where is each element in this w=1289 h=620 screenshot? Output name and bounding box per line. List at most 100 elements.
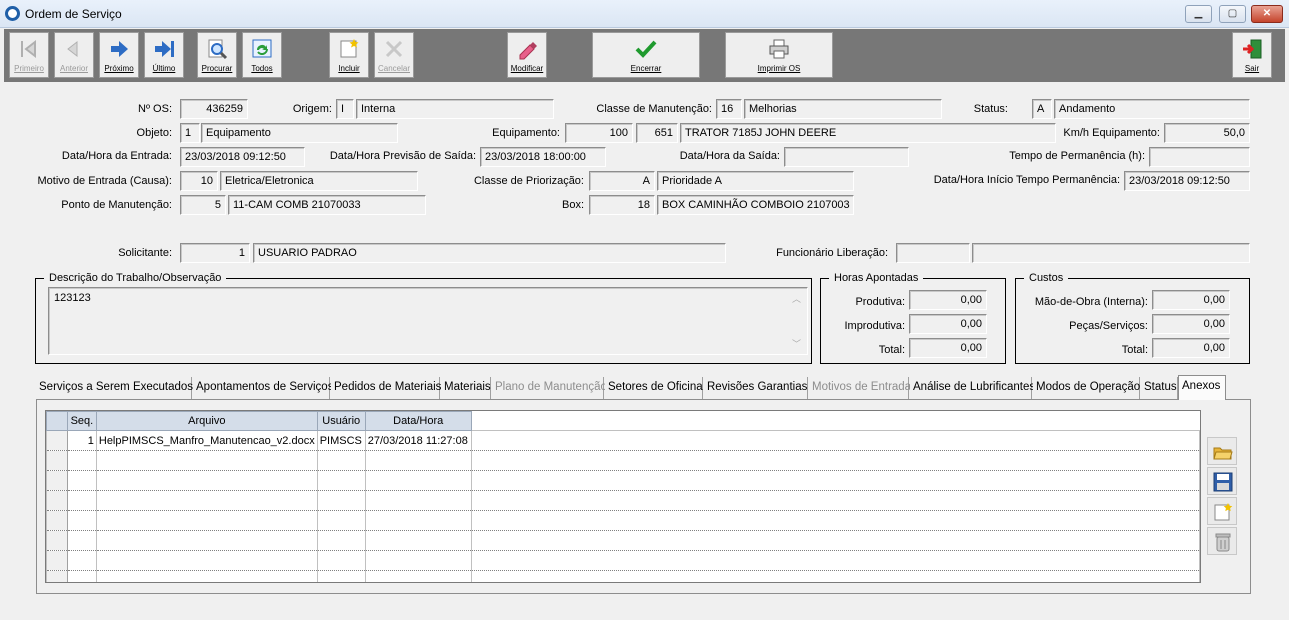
table-row[interactable] (46, 530, 1200, 551)
object-desc-field[interactable]: Equipamento (201, 123, 398, 143)
equipment-code2-field[interactable]: 651 (636, 123, 678, 143)
cell-user[interactable] (316, 490, 366, 511)
cell-user[interactable]: PIMSCS (316, 430, 366, 451)
tab-entry-reasons[interactable]: Motivos de Entrada (809, 377, 911, 399)
save-attachment-button[interactable] (1207, 467, 1237, 495)
cell-datetime[interactable] (364, 450, 472, 471)
close-button[interactable]: ✕ (1251, 5, 1283, 23)
row-indicator[interactable] (46, 430, 68, 451)
cell-user[interactable] (316, 570, 366, 582)
table-row[interactable] (46, 450, 1200, 471)
tab-materials[interactable]: Materiais (441, 377, 491, 399)
previous-button[interactable]: Anterior (54, 32, 94, 78)
cell-user[interactable] (316, 530, 366, 551)
row-indicator[interactable] (46, 510, 68, 531)
equipment-desc-field[interactable]: TRATOR 7185J JOHN DEERE (680, 123, 1056, 143)
cell-seq[interactable] (66, 550, 97, 571)
cell-seq[interactable] (66, 450, 97, 471)
row-indicator[interactable] (46, 530, 68, 551)
requester-desc-field[interactable]: USUARIO PADRAO (253, 243, 726, 263)
exit-button[interactable]: Sair (1232, 32, 1272, 78)
cell-datetime[interactable] (364, 490, 472, 511)
cell-file[interactable] (95, 470, 318, 491)
maintenance-class-code-field[interactable]: 16 (716, 99, 742, 119)
tab-maintenance-plan[interactable]: Plano de Manutenção (492, 377, 607, 399)
status-desc-field[interactable]: Andamento (1054, 99, 1250, 119)
status-code-field[interactable]: A (1032, 99, 1052, 119)
origin-code-field[interactable]: I (336, 99, 354, 119)
hours-total-field[interactable]: 0,00 (909, 338, 987, 358)
requester-code-field[interactable]: 1 (180, 243, 250, 263)
tab-services[interactable]: Serviços a Serem Executados (36, 377, 193, 399)
table-row[interactable] (46, 470, 1200, 491)
tab-attachments[interactable]: Anexos (1178, 375, 1226, 400)
search-button[interactable]: Procurar (197, 32, 237, 78)
os-number-field[interactable]: 436259 (180, 99, 248, 119)
table-row[interactable] (46, 490, 1200, 511)
table-row[interactable] (46, 550, 1200, 571)
cell-file[interactable]: HelpPIMSCS_Manfro_Manutencao_v2.docx (95, 430, 318, 451)
cell-file[interactable] (95, 570, 318, 582)
prioritization-code-field[interactable]: A (589, 171, 655, 191)
cell-seq[interactable] (66, 510, 97, 531)
object-code-field[interactable]: 1 (180, 123, 200, 143)
maximize-button[interactable]: ▢ (1219, 5, 1246, 23)
last-button[interactable]: Último (144, 32, 184, 78)
cell-datetime[interactable] (364, 550, 472, 571)
row-indicator[interactable] (46, 450, 68, 471)
kmh-field[interactable]: 50,0 (1164, 123, 1250, 143)
cell-datetime[interactable] (364, 510, 472, 531)
cell-datetime[interactable] (364, 530, 472, 551)
cell-user[interactable] (316, 470, 366, 491)
add-button[interactable]: Incluir (329, 32, 369, 78)
description-memo[interactable]: 123123 ︿ ﹀ (48, 287, 808, 355)
labor-field[interactable]: 0,00 (1152, 290, 1230, 310)
exit-datetime-field[interactable] (784, 147, 909, 167)
entry-reason-desc-field[interactable]: Eletrica/Eletronica (220, 171, 418, 191)
new-attachment-button[interactable] (1207, 497, 1237, 525)
costs-total-field[interactable]: 0,00 (1152, 338, 1230, 358)
row-indicator[interactable] (46, 550, 68, 571)
release-employee-desc-field[interactable] (972, 243, 1250, 263)
cell-user[interactable] (316, 550, 366, 571)
print-button[interactable]: Imprimir OS (725, 32, 833, 78)
tab-material-orders[interactable]: Pedidos de Materiais (331, 377, 441, 399)
minimize-button[interactable]: ▁ (1185, 5, 1212, 23)
cancel-button[interactable]: Cancelar (374, 32, 414, 78)
cell-seq[interactable] (66, 570, 97, 582)
table-row[interactable]: 1 HelpPIMSCS_Manfro_Manutencao_v2.docx P… (46, 430, 1200, 451)
maintenance-point-code-field[interactable]: 5 (180, 195, 226, 215)
maintenance-point-desc-field[interactable]: 11-CAM COMB 21070033 (228, 195, 426, 215)
table-row[interactable] (46, 510, 1200, 531)
cell-user[interactable] (316, 450, 366, 471)
cell-seq[interactable] (66, 530, 97, 551)
release-employee-code-field[interactable] (896, 243, 970, 263)
cell-seq[interactable] (66, 470, 97, 491)
unproductive-field[interactable]: 0,00 (909, 314, 987, 334)
next-button[interactable]: Próximo (99, 32, 139, 78)
prioritization-desc-field[interactable]: Prioridade A (657, 171, 854, 191)
entry-reason-code-field[interactable]: 10 (180, 171, 218, 191)
cell-file[interactable] (95, 530, 318, 551)
row-indicator[interactable] (46, 470, 68, 491)
description-scrollbar[interactable]: ︿ ﹀ (789, 290, 805, 352)
cell-datetime[interactable] (364, 470, 472, 491)
tab-operation-modes[interactable]: Modos de Operação (1033, 377, 1140, 399)
productive-field[interactable]: 0,00 (909, 290, 987, 310)
row-indicator[interactable] (46, 570, 68, 582)
scroll-down-icon[interactable]: ﹀ (792, 337, 801, 350)
tab-appointments[interactable]: Apontamentos de Serviços (193, 377, 333, 399)
cell-file[interactable] (95, 490, 318, 511)
origin-desc-field[interactable]: Interna (356, 99, 554, 119)
stay-start-field[interactable]: 23/03/2018 09:12:50 (1124, 171, 1250, 191)
expected-exit-field[interactable]: 23/03/2018 18:00:00 (480, 147, 606, 167)
column-header-datetime[interactable]: Data/Hora (364, 411, 472, 431)
tab-status[interactable]: Status (1141, 377, 1178, 399)
modify-button[interactable]: Modificar (507, 32, 547, 78)
tab-warranty-reviews[interactable]: Revisões Garantias (704, 377, 808, 399)
delete-attachment-button[interactable] (1207, 527, 1237, 555)
column-header-seq[interactable]: Seq. (66, 411, 97, 431)
cell-file[interactable] (95, 550, 318, 571)
cell-datetime[interactable] (364, 570, 472, 582)
entry-datetime-field[interactable]: 23/03/2018 09:12:50 (180, 147, 305, 167)
